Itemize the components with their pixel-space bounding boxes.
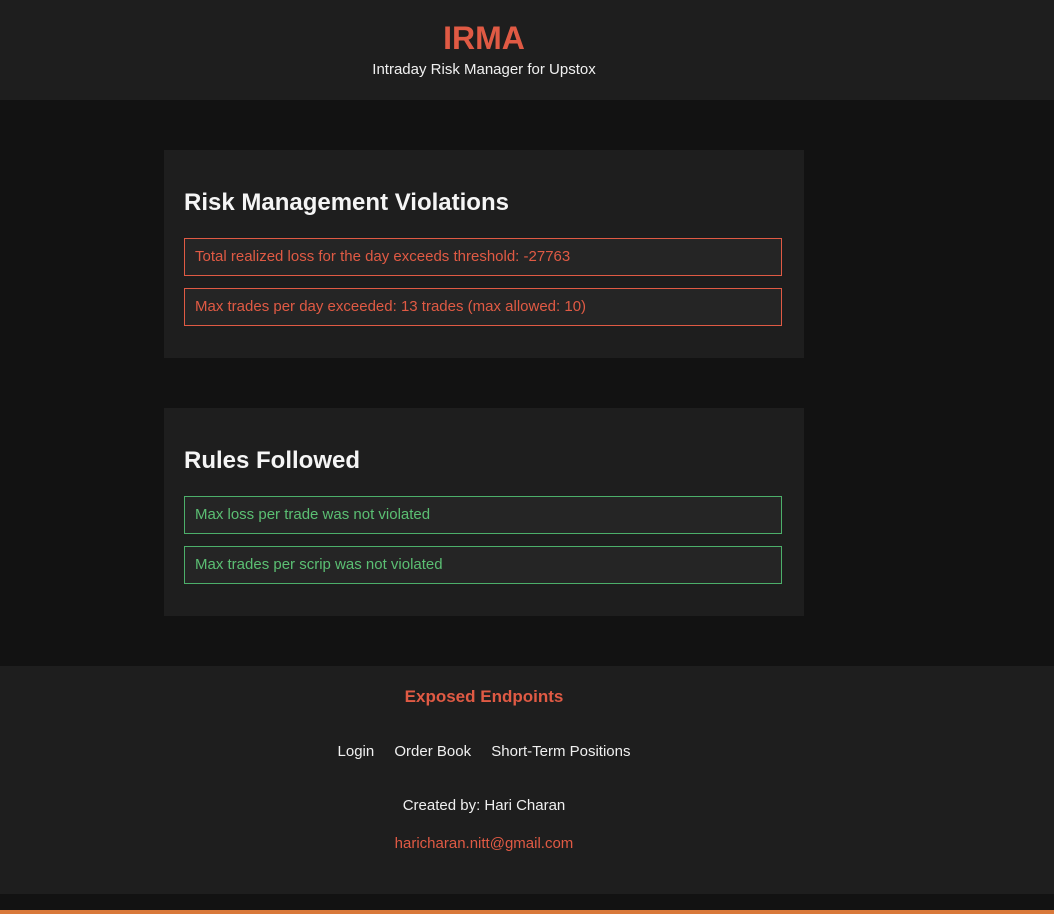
rules-title: Rules Followed: [184, 447, 361, 474]
email-row: haricharan.nitt@gmail.com: [0, 835, 968, 853]
short-term-positions-link[interactable]: Short-Term Positions: [491, 743, 630, 760]
bottom-accent-bar: [0, 910, 1054, 914]
violations-panel: Risk Management Violations Total realize…: [164, 150, 804, 358]
app-header: IRMA Intraday Risk Manager for Upstox: [0, 0, 1054, 100]
rule-item: Max loss per trade was not violated: [184, 496, 782, 534]
app-title: IRMA: [443, 20, 525, 56]
author-credit: Created by: Hari Charan: [402, 797, 566, 814]
endpoints-nav: Login Order Book Short-Term Positions: [0, 743, 968, 761]
violation-item: Max trades per day exceeded: 13 trades (…: [184, 288, 782, 326]
rule-item: Max trades per scrip was not violated: [184, 546, 782, 584]
violations-title: Risk Management Violations: [184, 189, 509, 216]
login-link[interactable]: Login: [338, 743, 375, 760]
violation-item: Total realized loss for the day exceeds …: [184, 238, 782, 276]
app-subtitle: Intraday Risk Manager for Upstox: [372, 61, 596, 78]
endpoints-title: Exposed Endpoints: [404, 687, 564, 706]
author-email-link[interactable]: haricharan.nitt@gmail.com: [395, 835, 574, 852]
rules-panel: Rules Followed Max loss per trade was no…: [164, 408, 804, 616]
order-book-link[interactable]: Order Book: [394, 743, 471, 760]
page-footer: Exposed Endpoints Login Order Book Short…: [0, 666, 1054, 894]
